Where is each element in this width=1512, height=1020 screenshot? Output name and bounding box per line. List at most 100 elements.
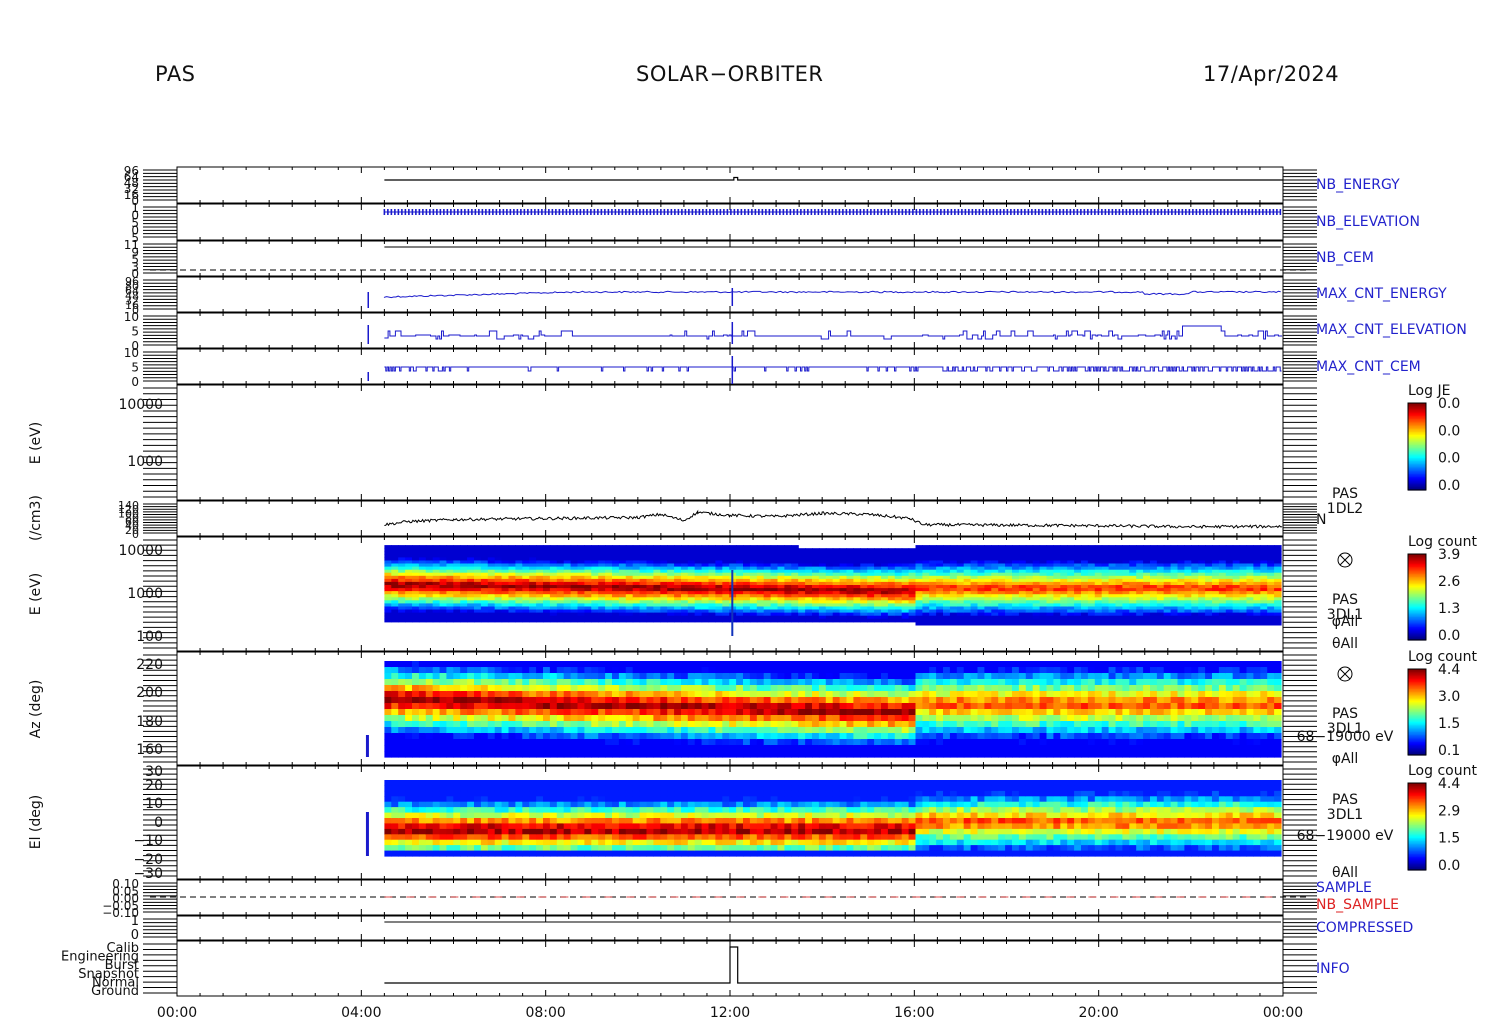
- spectro-cell: [446, 673, 454, 680]
- spectro-cell: [446, 721, 454, 728]
- spectro-cell: [1218, 621, 1227, 626]
- spectro-cell: [474, 751, 482, 758]
- spectro-cell: [405, 721, 413, 728]
- spectro-cell: [384, 715, 392, 722]
- spectro-cell: [391, 618, 399, 623]
- spectro-cell: [1032, 621, 1041, 626]
- spectro-cell: [439, 709, 448, 716]
- spectro-cell: [1005, 621, 1013, 626]
- spectro-cell: [439, 691, 448, 698]
- spectro-cell: [453, 751, 461, 758]
- spectro-cell: [901, 618, 910, 623]
- spectro-cell: [405, 733, 413, 740]
- spectro-cell: [1122, 621, 1130, 626]
- spectro-cell: [432, 703, 441, 710]
- spectro-cell: [694, 618, 703, 623]
- spectro-cell: [425, 739, 434, 746]
- spectro-cell: [398, 691, 406, 698]
- spectro-cell: [839, 618, 848, 623]
- energy-tick-label: 1000: [127, 586, 163, 602]
- spectro-cell: [412, 721, 420, 728]
- spectro-cell: [405, 715, 413, 722]
- spectro-cell: [1053, 621, 1061, 626]
- density-side-label: 1DL2: [1327, 501, 1363, 517]
- spectro-cell: [418, 697, 427, 704]
- spectro-cell: [384, 733, 392, 740]
- spectro-cell: [398, 679, 406, 686]
- spectro-cell: [384, 727, 392, 734]
- spectro-cell: [412, 751, 420, 758]
- spectro-cell: [1101, 621, 1110, 626]
- spectro-cell: [970, 621, 979, 626]
- spectro-cell: [522, 618, 530, 623]
- spectro-cell: [418, 661, 427, 668]
- spectro-cell: [439, 739, 448, 746]
- spectro-cell: [467, 691, 475, 698]
- spectro-cell: [777, 618, 785, 623]
- spectro-cell: [1046, 621, 1054, 626]
- spectro-cell: [1170, 621, 1179, 626]
- spectro-cell: [425, 673, 434, 680]
- summary-plot: 96644832160NB_ENERGY10505NB_ELEVATION119…: [28, 164, 1477, 1020]
- spectro-cell: [474, 733, 482, 740]
- spectro-cell: [432, 685, 441, 692]
- density-trace: [384, 509, 1283, 530]
- spectro-cell: [1136, 621, 1144, 626]
- spectro-cell: [474, 685, 482, 692]
- max-elevation-tick-label: 5: [131, 325, 139, 339]
- spectro-cell: [467, 739, 475, 746]
- spectro-cell: [480, 697, 489, 704]
- spectro-cell: [391, 709, 399, 716]
- colorbar-label: 0.0: [1438, 478, 1460, 494]
- spectro-cell: [398, 703, 406, 710]
- spectro-cell: [453, 703, 461, 710]
- spectro-cell: [1115, 621, 1123, 626]
- spectro-cell: [467, 679, 475, 686]
- spectro-cell: [398, 661, 406, 668]
- colorbar-label: 0.0: [1438, 423, 1460, 439]
- spectro-cell: [425, 697, 434, 704]
- spectro-cell: [825, 618, 834, 623]
- spectro-cell: [418, 618, 427, 623]
- spectro-cell: [818, 618, 827, 623]
- spectro-cell: [425, 721, 434, 728]
- spectro-cell: [405, 661, 413, 668]
- spectro-cell: [467, 733, 475, 740]
- spectro-cell: [439, 733, 448, 740]
- spectro-cell: [1177, 621, 1185, 626]
- spectro-cell: [453, 685, 461, 692]
- spectro-cell: [384, 721, 392, 728]
- energy-tick-label: 100: [136, 629, 163, 645]
- spectro-cell: [432, 673, 441, 680]
- spectro-cell: [439, 745, 448, 752]
- spectro-cell: [405, 745, 413, 752]
- energy-spectrogram: [384, 545, 1282, 626]
- spectro-cell: [446, 733, 454, 740]
- spectro-cell: [474, 679, 482, 686]
- spectro-cell: [384, 667, 392, 674]
- spectro-cell: [391, 697, 399, 704]
- spectro-cell: [398, 715, 406, 722]
- spectro-cell: [391, 745, 399, 752]
- max-energy-trace: [383, 290, 1281, 299]
- spectro-cell: [446, 618, 454, 623]
- spectro-cell: [384, 745, 392, 752]
- spectro-cell: [432, 661, 441, 668]
- spectro-cell: [439, 618, 448, 623]
- spectro-cell: [418, 691, 427, 698]
- spectro-cell: [398, 739, 406, 746]
- spectro-cell: [984, 621, 992, 626]
- spectro-cell: [646, 618, 654, 623]
- spectro-cell: [446, 745, 454, 752]
- spectro-cell: [1129, 621, 1137, 626]
- spectro-cell: [467, 685, 475, 692]
- spectro-cell: [432, 733, 441, 740]
- spectro-cell: [446, 697, 454, 704]
- spectro-cell: [398, 751, 406, 758]
- spectro-cell: [391, 733, 399, 740]
- spectro-cell: [398, 618, 406, 623]
- spectro-cell: [1074, 621, 1082, 626]
- spectro-cell: [674, 618, 682, 623]
- spectro-cell: [653, 618, 661, 623]
- spectro-cell: [1239, 621, 1248, 626]
